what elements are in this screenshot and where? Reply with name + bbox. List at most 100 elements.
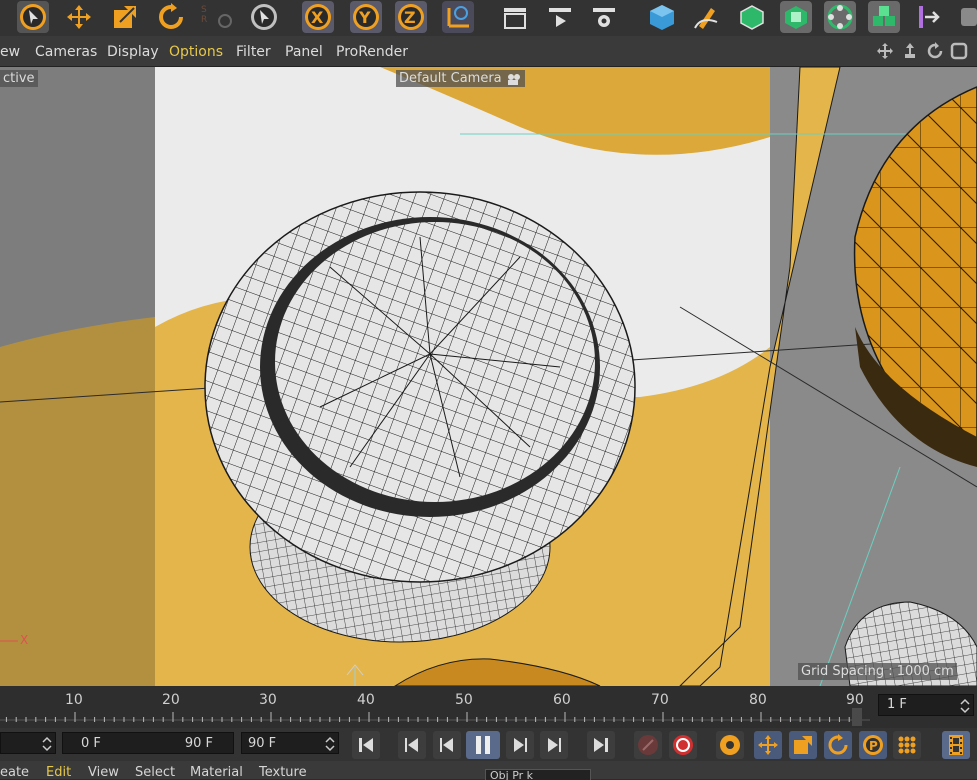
render-settings-icon [593,8,615,27]
svg-text:R: R [201,15,207,25]
key-point-level-button[interactable] [893,731,921,759]
axis-y-button[interactable]: Y [350,1,382,33]
record-disabled-button[interactable] [634,731,662,759]
next-key-button[interactable] [540,731,568,759]
axis-x-label: X [20,633,29,647]
rotate-button[interactable] [155,1,187,33]
camera-icon [507,73,520,85]
select-arrow-icon [20,4,46,30]
maximize-view-icon[interactable] [950,42,970,60]
timeline-tick: 90 [846,692,864,708]
menu-texture[interactable]: Texture [259,765,307,780]
go-to-start-button[interactable] [352,731,380,759]
rotate-icon [159,3,183,29]
menu-material[interactable]: Material [190,765,243,780]
pen-button[interactable] [690,1,722,33]
menu-display[interactable]: Display [107,44,159,60]
min-frame-stepper[interactable] [0,732,56,754]
xsr-button[interactable]: SR [198,1,238,33]
key-scale-icon [794,736,812,754]
timeline-tick: 60 [553,692,571,708]
previous-frame-icon [440,738,453,752]
menu-panel[interactable]: Panel [285,44,323,60]
frame-range-field[interactable]: 0 F 90 F [62,732,234,754]
key-rotation-icon [828,734,848,755]
previous-key-button[interactable] [398,731,426,759]
3d-viewport[interactable]: ctive Default Camera X Grid Spacing : 10… [0,67,977,686]
max-frame-value: 90 F [248,736,277,751]
menu-view-materials[interactable]: View [88,765,119,780]
menu-prorender[interactable]: ProRender [336,44,408,60]
orbit-view-icon[interactable] [926,42,944,60]
mograph-icon [827,4,853,30]
svg-text:S: S [201,5,207,15]
panel-tab[interactable]: Obj Pr k [485,769,591,780]
timeline-tick: 50 [455,692,473,708]
key-point-level-icon [898,736,916,754]
auto-key-button[interactable] [669,731,697,759]
menu-create[interactable]: eate [0,765,29,780]
scale-icon [114,6,136,28]
pen-icon [694,8,718,29]
timeline[interactable]: 10 20 30 40 50 60 70 80 90 1 F [0,686,977,728]
go-to-end-button[interactable] [587,731,615,759]
timeline-ruler [0,712,870,722]
live-select-button[interactable] [248,1,280,33]
material-menubar: eate Edit View Select Material Texture O… [0,761,977,780]
menu-view[interactable]: ew [0,44,20,60]
menu-edit[interactable]: Edit [46,765,71,780]
menu-options[interactable]: Options [169,44,223,60]
render-settings-button[interactable] [588,1,620,33]
current-frame-field[interactable]: 1 F [878,694,974,716]
key-rotation-button[interactable] [824,731,852,759]
select-arrow-button[interactable] [17,1,49,33]
svg-text:P: P [869,739,878,753]
next-frame-button[interactable] [506,731,534,759]
previous-frame-button[interactable] [433,731,461,759]
timeline-tick: 80 [749,692,767,708]
scene-button[interactable] [958,1,977,33]
axis-x-button[interactable]: X [302,1,334,33]
camera-label[interactable]: Default Camera [396,70,525,87]
render-region-button[interactable] [499,1,531,33]
keyframe-selection-button[interactable] [716,731,744,759]
scale-button[interactable] [109,1,141,33]
key-position-icon [758,735,778,755]
key-position-button[interactable] [754,731,782,759]
pan-view-icon[interactable] [876,42,894,60]
coordinate-system-button[interactable] [442,1,474,33]
menu-filter[interactable]: Filter [236,44,271,60]
stepper-icon [42,736,52,752]
timeline-tick: 20 [162,692,180,708]
deformer-button[interactable] [914,1,946,33]
array-button[interactable] [868,1,900,33]
max-frame-field[interactable]: 90 F [241,732,339,754]
mesh-cup-inner [275,222,595,502]
zoom-view-icon[interactable] [901,42,919,60]
mograph-button[interactable] [824,1,856,33]
deformer-icon [919,6,940,28]
axis-z-button[interactable]: Z [395,1,427,33]
move-button[interactable] [63,1,95,33]
viewport-scene [0,67,977,686]
menu-cameras[interactable]: Cameras [35,44,97,60]
timeline-tick: 30 [259,692,277,708]
live-select-icon [251,4,277,30]
playhead[interactable] [852,708,862,726]
extrude-button[interactable] [780,1,812,33]
cube-button[interactable] [646,1,678,33]
key-scale-button[interactable] [789,731,817,759]
key-parameter-button[interactable]: P [859,731,887,759]
auto-key-icon [673,735,693,755]
menu-select[interactable]: Select [135,765,175,780]
move-icon [67,5,91,29]
subdivision-button[interactable] [736,1,768,33]
axis-y-icon: Y [353,4,379,30]
stepper-icon[interactable] [960,698,970,714]
timeline-window-button[interactable] [942,731,970,759]
render-view-button[interactable] [544,1,576,33]
subdivision-icon [740,5,764,30]
timeline-tick: 10 [65,692,83,708]
go-to-start-icon [359,738,373,752]
pause-button[interactable] [466,731,500,759]
